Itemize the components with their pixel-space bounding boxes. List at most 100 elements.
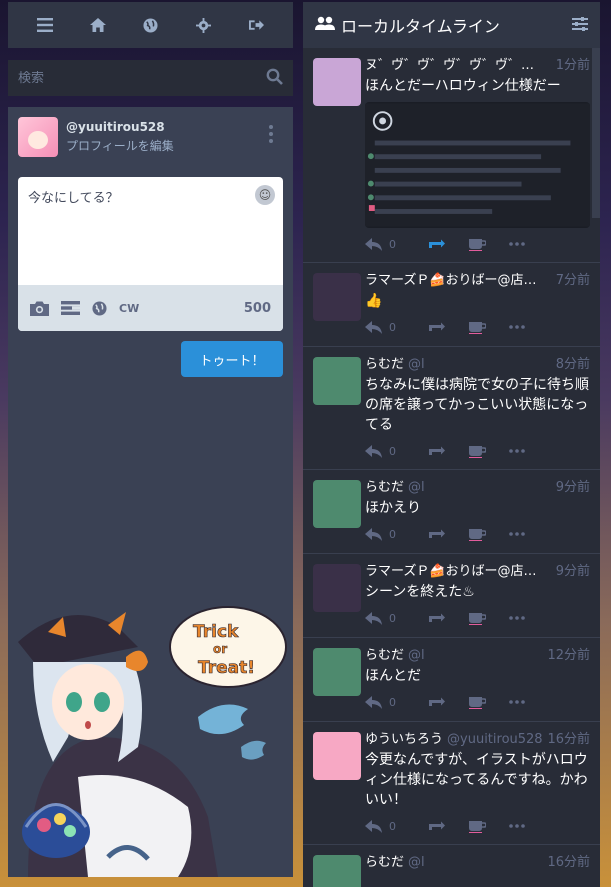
avatar[interactable] xyxy=(313,480,361,528)
kebab-menu-icon[interactable] xyxy=(269,125,273,143)
avatar[interactable] xyxy=(313,732,361,780)
more-options-icon[interactable] xyxy=(509,700,539,704)
more-options-icon[interactable] xyxy=(509,616,539,620)
status-timestamp[interactable]: 9分前 xyxy=(552,563,590,580)
status-content: 👍 xyxy=(365,293,383,309)
favourite-icon[interactable] xyxy=(469,237,509,251)
status-action-bar: 0 xyxy=(365,608,590,628)
compose-panel: @yuuitirou528 プロフィールを編集 ☺ CW xyxy=(8,107,293,877)
edit-profile-link[interactable]: プロフィールを編集 xyxy=(66,137,174,154)
favourite-icon[interactable] xyxy=(469,320,509,334)
globe-icon[interactable] xyxy=(136,10,166,40)
avatar[interactable] xyxy=(313,648,361,696)
favourite-icon[interactable] xyxy=(469,444,509,458)
avatar[interactable] xyxy=(313,273,361,321)
status-display-name[interactable]: らむだ xyxy=(365,854,404,871)
boost-icon[interactable] xyxy=(427,238,469,251)
search-input[interactable] xyxy=(18,70,248,86)
boost-icon[interactable] xyxy=(427,528,469,541)
reply-icon[interactable]: 0 xyxy=(365,819,427,833)
boost-icon[interactable] xyxy=(427,445,469,458)
avatar[interactable] xyxy=(313,855,361,887)
boost-icon[interactable] xyxy=(427,612,469,625)
status-timestamp[interactable]: 9分前 xyxy=(552,479,590,496)
cw-toggle[interactable]: CW xyxy=(119,302,139,315)
compose-toolbar: CW 500 xyxy=(18,285,283,331)
status-content: ちなみに僕は病院で女の子に待ち順の席を譲ってかっこいい状態になってる xyxy=(365,377,589,433)
status-acct: @l xyxy=(408,648,425,663)
account-handle[interactable]: @yuuitirou528 xyxy=(66,120,174,134)
reply-icon[interactable]: 0 xyxy=(365,695,427,709)
more-options-icon[interactable] xyxy=(509,242,539,246)
logout-icon[interactable] xyxy=(242,10,272,40)
status-action-bar: 0 xyxy=(365,441,590,461)
more-options-icon[interactable] xyxy=(509,449,539,453)
home-icon[interactable] xyxy=(83,10,113,40)
toot-button[interactable]: トゥート！ xyxy=(181,341,283,377)
column-header[interactable]: ローカルタイムライン xyxy=(303,2,600,48)
reply-count: 0 xyxy=(389,237,396,251)
reply-icon[interactable]: 0 xyxy=(365,237,427,251)
status-display-name[interactable]: ラマーズＰ🍰おりばー@店… xyxy=(365,563,537,580)
avatar[interactable] xyxy=(313,58,361,106)
boost-icon[interactable] xyxy=(427,321,469,334)
more-options-icon[interactable] xyxy=(509,824,539,828)
menu-icon[interactable] xyxy=(30,10,60,40)
status-item[interactable]: ゆういちろう @yuuitirou528 16分前 今更なんですが、イラストがハロウィ… xyxy=(303,722,600,845)
scrollbar[interactable] xyxy=(592,48,600,218)
avatar[interactable] xyxy=(313,564,361,612)
status-action-bar: 0 xyxy=(365,317,590,337)
reply-icon[interactable]: 0 xyxy=(365,320,427,334)
status-item[interactable]: らむだ @l 12分前 ほんとだ 0 xyxy=(303,638,600,722)
status-content: 今更なんですが、イラストがハロウィン仕様になってるんですね。かわいい！ xyxy=(365,752,588,808)
favourite-icon[interactable] xyxy=(469,527,509,541)
globe-icon[interactable] xyxy=(92,300,107,316)
status-timestamp[interactable]: 8分前 xyxy=(552,356,590,373)
column-settings-icon[interactable] xyxy=(572,16,588,35)
status-timestamp[interactable]: 16分前 xyxy=(543,731,590,748)
status-timestamp[interactable]: 16分前 xyxy=(543,854,590,871)
status-action-bar: 0 xyxy=(365,816,590,836)
favourite-icon[interactable] xyxy=(469,611,509,625)
boost-icon[interactable] xyxy=(427,820,469,833)
reply-icon[interactable]: 0 xyxy=(365,527,427,541)
status-display-name[interactable]: ラマーズＰ🍰おりばー@店… xyxy=(365,272,537,289)
status-acct: @l xyxy=(408,855,425,870)
status-action-bar: 0 xyxy=(365,692,590,712)
compose-textarea[interactable] xyxy=(28,187,273,275)
more-options-icon[interactable] xyxy=(509,532,539,536)
status-timestamp[interactable]: 7分前 xyxy=(552,272,590,289)
more-options-icon[interactable] xyxy=(509,325,539,329)
status-display-name[interactable]: らむだ xyxy=(365,647,404,664)
status-item[interactable]: らむだ @l 8分前 ちなみに僕は病院で女の子に待ち順の席を譲ってかっこいい状態になっ… xyxy=(303,347,600,470)
favourite-icon[interactable] xyxy=(469,695,509,709)
status-display-name[interactable]: ヌ゛ヴ゛ヴ゛ヴ゛ヴ゛ヴ゛ヴ゛ヴ゛ xyxy=(365,57,545,74)
status-item[interactable]: ヌ゛ヴ゛ヴ゛ヴ゛ヴ゛ヴ゛ヴ゛ヴ゛ 1分前ほんとだーハロウィン仕様だー 0 xyxy=(303,48,600,263)
boost-icon[interactable] xyxy=(427,696,469,709)
status-display-name[interactable]: らむだ xyxy=(365,479,404,496)
status-action-bar: 0 xyxy=(365,524,590,544)
character-counter: 500 xyxy=(243,300,271,316)
status-item[interactable]: ラマーズＰ🍰おりばー@店… 7分前 👍 0 xyxy=(303,263,600,347)
avatar[interactable] xyxy=(313,357,361,405)
camera-icon[interactable] xyxy=(30,301,49,316)
search-bar xyxy=(8,60,293,96)
reply-icon[interactable]: 0 xyxy=(365,444,427,458)
status-media-attachment[interactable] xyxy=(365,102,590,228)
favourite-icon[interactable] xyxy=(469,819,509,833)
status-display-name[interactable]: ゆういちろう xyxy=(365,731,443,748)
status-timestamp[interactable]: 12分前 xyxy=(543,647,590,664)
poll-icon[interactable] xyxy=(61,301,80,315)
status-item[interactable]: ラマーズＰ🍰おりばー@店… 9分前 シーンを終えた♨ 0 xyxy=(303,554,600,638)
gear-icon[interactable] xyxy=(189,10,219,40)
emoji-picker-icon[interactable]: ☺ xyxy=(255,185,275,205)
status-item[interactable]: らむだ @l 9分前 ほかえり 0 xyxy=(303,470,600,554)
status-timestamp[interactable]: 1分前 xyxy=(552,57,590,74)
status-item[interactable]: らむだ @l 16分前 xyxy=(303,845,600,887)
search-icon[interactable] xyxy=(266,68,283,89)
reply-icon[interactable]: 0 xyxy=(365,611,427,625)
status-display-name[interactable]: らむだ xyxy=(365,356,404,373)
drawer-nav xyxy=(8,2,293,48)
avatar[interactable] xyxy=(18,117,58,157)
reply-count: 0 xyxy=(389,527,396,541)
